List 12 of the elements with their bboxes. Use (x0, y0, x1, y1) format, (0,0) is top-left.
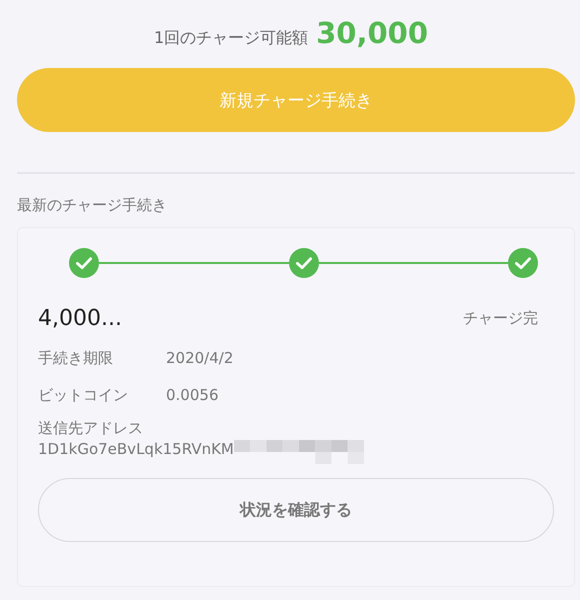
section-heading: 最新のチャージ手続き (17, 196, 168, 215)
charge-amount: 4,000... (38, 306, 122, 331)
address-value: 1D1kGo7eBvLqk15RVnKM (38, 440, 234, 458)
detail-value: 2020/4/2 (166, 349, 234, 368)
check-status-button[interactable]: 状況を確認する (38, 478, 554, 542)
detail-label: ビットコイン (38, 386, 129, 405)
detail-value: 0.0056 (166, 386, 218, 405)
address-label: 送信先アドレス (38, 419, 144, 438)
charge-status: チャージ完 (463, 309, 538, 328)
limit-amount: 30,000 (316, 16, 428, 50)
detail-label: 手続き期限 (38, 349, 114, 368)
limit-label: 1回のチャージ可能額 (154, 28, 308, 49)
